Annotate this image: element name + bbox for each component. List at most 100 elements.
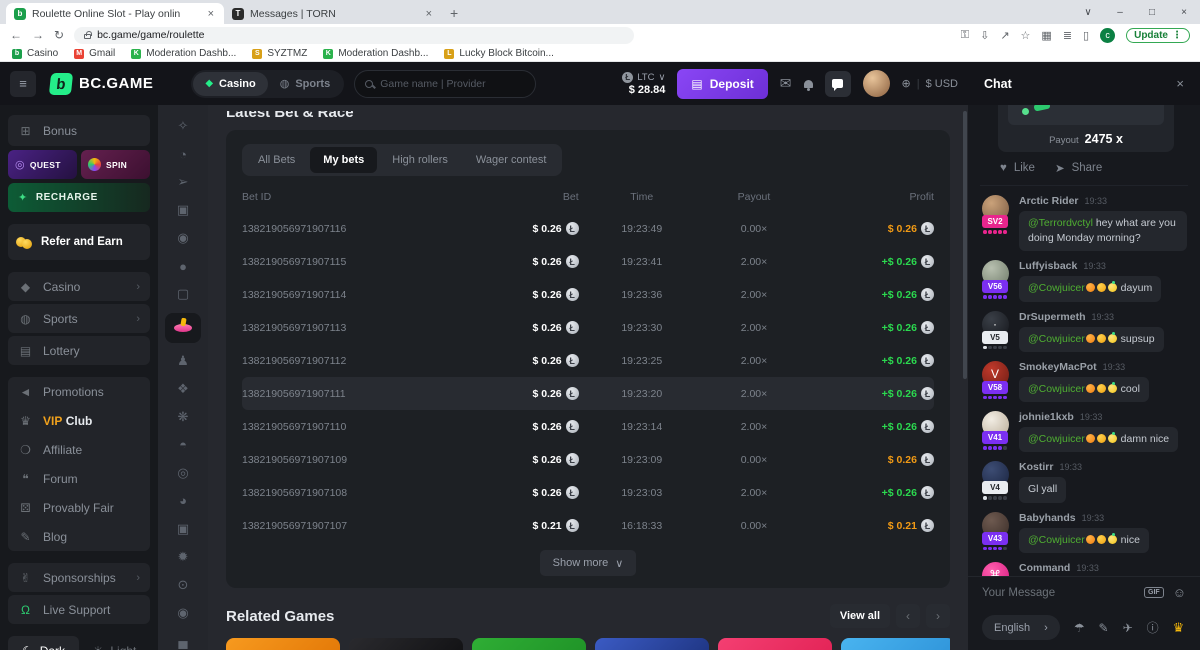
tab-close-icon[interactable]: ×: [206, 8, 216, 20]
extensions-icon[interactable]: ▦: [1041, 29, 1051, 42]
mention[interactable]: @Cowjuicer: [1028, 383, 1085, 395]
bookmark-item[interactable]: K Moderation Dashb...: [323, 48, 428, 59]
chat-username[interactable]: SmokeyMacPot: [1019, 361, 1097, 373]
side-panel-icon[interactable]: ▯: [1083, 29, 1089, 42]
sidebar-item-lottery[interactable]: ▤ Lottery: [8, 336, 150, 365]
plinko-icon[interactable]: ◔: [169, 145, 197, 164]
draw-icon[interactable]: ✎: [1099, 621, 1109, 635]
browser-tab-roulette[interactable]: b Roulette Online Slot - Play onlin ×: [6, 3, 224, 24]
emoji-icon[interactable]: ☺: [1173, 585, 1186, 600]
bookmark-item[interactable]: S SYZTMZ: [252, 48, 307, 59]
sidebar-item-provably-fair[interactable]: ⚄ Provably Fair: [8, 493, 150, 522]
hamburger-menu-icon[interactable]: ≡: [10, 71, 36, 97]
mention[interactable]: @Cowjuicer: [1028, 433, 1085, 445]
bookmark-star-icon[interactable]: ☆: [1021, 29, 1031, 42]
gif-icon[interactable]: GIF: [1144, 587, 1164, 598]
chat-language-select[interactable]: English ›: [982, 615, 1060, 640]
table-row[interactable]: 138219056971907109 $ 0.26 Ł 19:23:09 0.0…: [242, 443, 934, 476]
window-close-icon[interactable]: ×: [1168, 7, 1200, 18]
chat-close-icon[interactable]: ×: [1176, 76, 1184, 91]
frame-icon[interactable]: ▢: [169, 285, 197, 304]
tab-close-icon[interactable]: ×: [424, 8, 434, 20]
table-row[interactable]: 138219056971907112 $ 0.26 Ł 19:23:25 2.0…: [242, 344, 934, 377]
nav-sports-tab[interactable]: ◍ Sports: [268, 72, 342, 96]
game-green[interactable]: [472, 638, 586, 650]
target-icon[interactable]: ⊙: [169, 575, 197, 594]
sidebar-item-sports[interactable]: ◍ Sports›: [8, 304, 150, 333]
recharge-button[interactable]: ✦ RECHARGE: [8, 183, 150, 212]
table-row[interactable]: 138219056971907114 $ 0.26 Ł 19:23:36 2.0…: [242, 278, 934, 311]
reading-list-icon[interactable]: ≣: [1063, 29, 1072, 42]
game-cat-dark[interactable]: [349, 638, 463, 650]
bookmark-item[interactable]: L Lucky Block Bitcoin...: [444, 48, 553, 59]
game-pink[interactable]: [718, 638, 832, 650]
chat-message-input[interactable]: Your Message GIF ☺: [968, 576, 1200, 608]
notifications-bell-icon[interactable]: [804, 80, 813, 88]
quest-button[interactable]: ◎ QUEST: [8, 150, 77, 179]
mine-icon[interactable]: ♟: [169, 352, 197, 371]
chat-username[interactable]: DrSupermeth: [1019, 311, 1086, 323]
game-search-input[interactable]: Game name | Provider: [354, 70, 536, 98]
eye-icon[interactable]: ◉: [169, 603, 197, 622]
car-icon[interactable]: ▄: [169, 631, 197, 650]
bookmark-item[interactable]: K Moderation Dashb...: [131, 48, 236, 59]
back-icon[interactable]: ←: [10, 28, 22, 42]
carousel-next-icon[interactable]: ›: [926, 604, 950, 628]
roulette-icon[interactable]: [165, 313, 201, 343]
reload-icon[interactable]: ↻: [54, 28, 64, 42]
table-row[interactable]: 138219056971907113 $ 0.26 Ł 19:23:30 2.0…: [242, 311, 934, 344]
sidebar-item-bonus[interactable]: ⊞ Bonus: [8, 115, 150, 146]
bookmark-item[interactable]: M Gmail: [74, 48, 115, 59]
fire-icon[interactable]: ❋: [169, 408, 197, 427]
sidebar-item-forum[interactable]: ❝ Forum: [8, 464, 150, 493]
wheel-icon[interactable]: ✹: [169, 547, 197, 566]
sidebar-item-sponsorships[interactable]: ✌ Sponsorships›: [8, 563, 150, 592]
browser-tab-torn[interactable]: T Messages | TORN ×: [224, 3, 442, 24]
chat-rules-icon[interactable]: ⓘ: [1147, 619, 1159, 636]
bomb-icon[interactable]: ●: [169, 257, 197, 276]
sidebar-item-affiliate[interactable]: ❍ Affiliate: [8, 435, 150, 464]
chat-avatar[interactable]: ⌘: [982, 562, 1009, 576]
wallet-balance[interactable]: Ł LTC ∨ $ 28.84: [622, 72, 665, 96]
sidebar-item-live-support[interactable]: Ω Live Support: [8, 595, 150, 624]
user-avatar[interactable]: [863, 70, 890, 97]
share-icon[interactable]: ↗: [1000, 29, 1009, 42]
bets-tab-wager-contest[interactable]: Wager contest: [463, 147, 560, 173]
bets-tab-high-rollers[interactable]: High rollers: [379, 147, 461, 173]
chat-username[interactable]: Command: [1019, 562, 1070, 574]
mention[interactable]: @Cowjuicer: [1028, 282, 1085, 294]
chat-toggle-button[interactable]: [825, 71, 851, 97]
keno-icon[interactable]: ❖: [169, 380, 197, 399]
bookmark-item[interactable]: b Casino: [12, 48, 58, 59]
table-row[interactable]: 138219056971907111 $ 0.26 Ł 19:23:20 2.0…: [242, 377, 934, 410]
ring-icon[interactable]: ◎: [169, 463, 197, 482]
chat-username[interactable]: Arctic Rider: [1019, 195, 1079, 207]
chips-icon[interactable]: ◉: [169, 229, 197, 248]
theme-light-button[interactable]: ☀ Light: [79, 636, 150, 650]
brand-logo[interactable]: b BC.GAME: [50, 73, 153, 95]
table-row[interactable]: 138219056971907116 $ 0.26 Ł 19:23:49 0.0…: [242, 212, 934, 245]
sidebar-item-blog[interactable]: ✎ Blog: [8, 522, 150, 551]
game-night-blue[interactable]: [595, 638, 709, 650]
boost-icon[interactable]: ✈: [1123, 621, 1133, 635]
robot-icon[interactable]: ▣: [169, 519, 197, 538]
trophy-icon[interactable]: ♛: [1173, 620, 1185, 636]
sidebar-item-promotions[interactable]: ◄ Promotions: [8, 377, 150, 406]
chat-username[interactable]: Babyhands: [1019, 512, 1076, 524]
like-button[interactable]: ♥Like: [1000, 161, 1035, 175]
rocket-icon[interactable]: ➢: [169, 173, 197, 192]
window-minimize-icon[interactable]: –: [1104, 7, 1136, 18]
carousel-prev-icon[interactable]: ‹: [896, 604, 920, 628]
nav-casino-tab[interactable]: ◆ Casino: [193, 72, 267, 96]
deposit-button[interactable]: ▤ Deposit: [677, 69, 767, 99]
mention[interactable]: @Cowjuicer: [1028, 333, 1085, 345]
rain-icon[interactable]: ☂: [1074, 621, 1085, 635]
window-menu-icon[interactable]: ∨: [1072, 7, 1104, 18]
game-orange[interactable]: [226, 638, 340, 650]
game-candy-blue[interactable]: [841, 638, 950, 650]
table-row[interactable]: 138219056971907107 $ 0.21 Ł 16:18:33 0.0…: [242, 509, 934, 542]
show-more-button[interactable]: Show more ∨: [540, 550, 637, 576]
bets-tab-my-bets[interactable]: My bets: [310, 147, 377, 173]
forward-icon[interactable]: →: [32, 28, 44, 42]
table-row[interactable]: 138219056971907115 $ 0.26 Ł 19:23:41 2.0…: [242, 245, 934, 278]
